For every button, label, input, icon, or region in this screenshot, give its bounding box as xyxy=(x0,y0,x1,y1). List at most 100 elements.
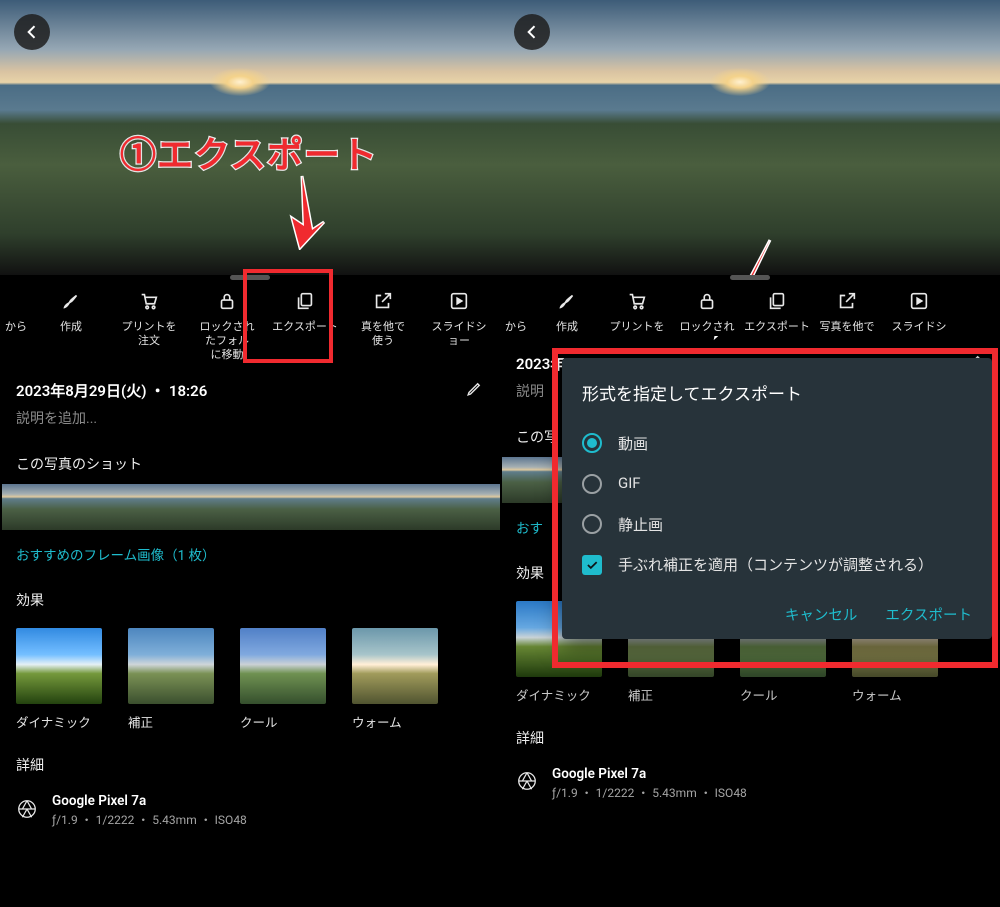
shot-thumb[interactable] xyxy=(386,484,434,530)
shot-thumb[interactable] xyxy=(434,484,482,530)
brush-icon xyxy=(60,290,82,312)
shot-thumb[interactable] xyxy=(242,484,290,530)
photo-preview xyxy=(500,0,1000,275)
cart-icon xyxy=(138,290,160,312)
device-name: Google Pixel 7a xyxy=(52,793,247,809)
shots-section-title: この写真のショット xyxy=(0,428,500,484)
dialog-cancel-button[interactable]: キャンセル xyxy=(785,604,858,625)
toolbar-item-partial-left[interactable]: から xyxy=(500,284,532,334)
toolbar-partial-label: から xyxy=(505,320,527,334)
play-square-icon xyxy=(448,290,470,312)
device-row: Google Pixel 7a ƒ/1.9 ・ 1/2222 ・ 5.43mm … xyxy=(16,775,484,828)
effects-row: ダイナミック 補正 クール ウォーム xyxy=(0,620,500,731)
aperture-icon xyxy=(516,770,538,796)
details-section: 詳細 Google Pixel 7a ƒ/1.9 ・ 1/2222 ・ 5.43… xyxy=(500,704,1000,801)
dialog-title: 形式を指定してエクスポート xyxy=(582,380,972,405)
device-subline: ƒ/1.9 ・ 1/2222 ・ 5.43mm ・ ISO48 xyxy=(552,784,747,801)
toolbar-item-print[interactable]: プリントを xyxy=(602,284,672,334)
metadata-row: 2023年8月29日(火) ・ 18:26 xyxy=(0,379,500,402)
copy-icon xyxy=(294,290,316,312)
brush-icon xyxy=(556,290,578,312)
effects-section-title: 効果 xyxy=(0,564,500,620)
checkbox-label: 手ぶれ補正を適用（コンテンツが調整される） xyxy=(618,555,933,576)
dialog-export-button[interactable]: エクスポート xyxy=(885,604,972,625)
sun-graphic xyxy=(710,68,770,96)
radio-label: GIF xyxy=(618,474,641,492)
shot-thumb[interactable] xyxy=(194,484,242,530)
back-button[interactable] xyxy=(514,14,550,50)
effect-thumb xyxy=(352,628,438,704)
checkbox-indicator-checked xyxy=(582,555,602,575)
pencil-icon xyxy=(465,379,484,398)
photo-preview xyxy=(0,0,500,275)
description-placeholder[interactable]: 説明を追加... xyxy=(0,402,500,428)
screenshot-1: ①エクスポート から 作成 プリントを 注文 ロックされ たフォル に移動 xyxy=(0,0,500,907)
shot-thumb[interactable] xyxy=(290,484,338,530)
shot-thumb[interactable] xyxy=(482,484,500,530)
lock-icon xyxy=(696,290,718,312)
action-toolbar: から 作成 プリントを 注文 ロックされ たフォル に移動 エクスポート 真を他… xyxy=(0,280,500,363)
effect-thumb xyxy=(128,628,214,704)
effect-cool[interactable]: クール xyxy=(240,628,326,731)
arrow-left-icon xyxy=(522,22,542,42)
toolbar-item-export[interactable]: エクスポート xyxy=(742,284,812,334)
screenshot-2: ②動画やGIFにできる から 作成 プリントを ロックされ xyxy=(500,0,1000,907)
effect-thumb xyxy=(240,628,326,704)
toolbar-item-create[interactable]: 作成 xyxy=(32,284,110,361)
recommended-frames-link[interactable]: おすすめのフレーム画像（1 枚） xyxy=(0,530,500,564)
edit-date-button[interactable] xyxy=(465,379,484,402)
details-title: 詳細 xyxy=(16,755,484,775)
cart-icon xyxy=(626,290,648,312)
toolbar-item-locked[interactable]: ロックされ xyxy=(672,284,742,334)
arrow-left-icon xyxy=(22,22,42,42)
toolbar-item-print[interactable]: プリントを 注文 xyxy=(110,284,188,361)
radio-option-still[interactable]: 静止画 xyxy=(582,504,972,545)
open-in-icon xyxy=(372,290,394,312)
toolbar-partial-label: から xyxy=(5,320,27,334)
toolbar-item-create[interactable]: 作成 xyxy=(532,284,602,334)
toolbar-item-locked[interactable]: ロックされ たフォル に移動 xyxy=(188,284,266,361)
dialog-actions: キャンセル エクスポート xyxy=(582,586,972,625)
copy-icon xyxy=(766,290,788,312)
toolbar-item-export[interactable]: エクスポート xyxy=(266,284,344,361)
device-name: Google Pixel 7a xyxy=(552,766,747,782)
effect-thumb xyxy=(16,628,102,704)
shot-thumb[interactable] xyxy=(2,484,50,530)
radio-label: 動画 xyxy=(618,433,648,454)
radio-option-video[interactable]: 動画 xyxy=(582,423,972,464)
effect-warm[interactable]: ウォーム xyxy=(352,628,438,731)
radio-indicator-checked xyxy=(582,433,602,453)
device-row: Google Pixel 7a ƒ/1.9 ・ 1/2222 ・ 5.43mm … xyxy=(516,748,984,801)
back-button[interactable] xyxy=(14,14,50,50)
date-text: 2023年8月29日(火) ・ 18:26 xyxy=(16,380,207,401)
export-format-dialog: 形式を指定してエクスポート 動画 GIF 静止画 手ぶれ補正を適用（コンテンツが… xyxy=(562,358,992,639)
lock-icon xyxy=(216,290,238,312)
action-toolbar: から 作成 プリントを ロックされ エクスポート 写真を他で xyxy=(500,280,1000,336)
device-subline: ƒ/1.9 ・ 1/2222 ・ 5.43mm ・ ISO48 xyxy=(52,811,247,828)
open-in-icon xyxy=(836,290,858,312)
toolbar-item-slideshow[interactable]: スライドシ ョー xyxy=(422,284,496,361)
radio-indicator xyxy=(582,514,602,534)
effect-enhance[interactable]: 補正 xyxy=(128,628,214,731)
details-title: 詳細 xyxy=(516,728,984,748)
toolbar-item-usein[interactable]: 真を他で 使う xyxy=(344,284,422,361)
radio-label: 静止画 xyxy=(618,514,663,535)
radio-indicator xyxy=(582,474,602,494)
shot-thumb[interactable] xyxy=(502,457,550,503)
details-section: 詳細 Google Pixel 7a ƒ/1.9 ・ 1/2222 ・ 5.43… xyxy=(0,731,500,828)
shot-thumb[interactable] xyxy=(338,484,386,530)
check-icon xyxy=(585,558,599,572)
shots-strip[interactable] xyxy=(0,484,500,530)
toolbar-item-usein[interactable]: 写真を他で xyxy=(812,284,882,334)
recommended-frames-link[interactable]: おす xyxy=(500,503,552,537)
play-square-icon xyxy=(908,290,930,312)
shot-thumb[interactable] xyxy=(50,484,98,530)
toolbar-item-partial-left[interactable]: から xyxy=(0,284,32,361)
aperture-icon xyxy=(16,798,38,824)
shot-thumb[interactable] xyxy=(146,484,194,530)
checkbox-stabilize[interactable]: 手ぶれ補正を適用（コンテンツが調整される） xyxy=(582,545,972,586)
toolbar-item-slideshow[interactable]: スライドシ xyxy=(882,284,956,334)
effect-dynamic[interactable]: ダイナミック xyxy=(16,628,102,731)
radio-option-gif[interactable]: GIF xyxy=(582,464,972,504)
shot-thumb[interactable] xyxy=(98,484,146,530)
